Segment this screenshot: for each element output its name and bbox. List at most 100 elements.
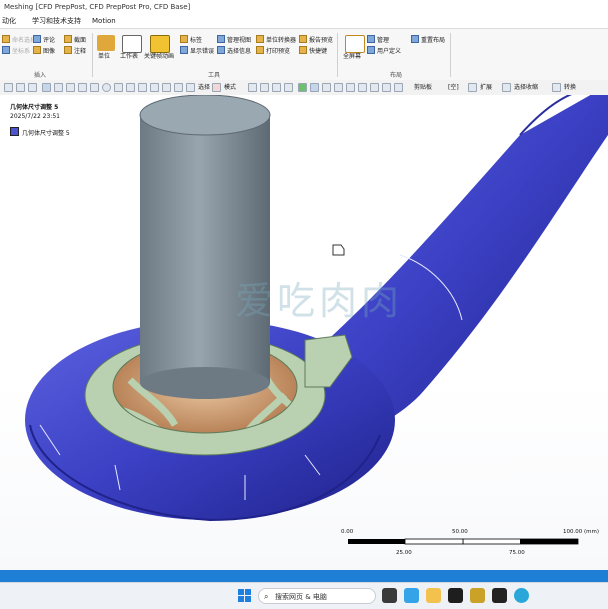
menu-item-motion[interactable]: Motion bbox=[92, 14, 116, 28]
mode-dropdown[interactable]: 模式 bbox=[224, 80, 236, 95]
convert-icon[interactable] bbox=[552, 83, 561, 92]
body-select-icon[interactable] bbox=[284, 83, 293, 92]
selection-info-button[interactable]: 选择信息 bbox=[217, 46, 251, 56]
zoom-fit-icon[interactable] bbox=[4, 83, 13, 92]
mesh-icon[interactable] bbox=[66, 83, 75, 92]
zoom-box-icon[interactable] bbox=[150, 83, 159, 92]
app-icon-player[interactable] bbox=[404, 588, 419, 603]
selection-info-icon bbox=[217, 46, 225, 54]
edge-browser-icon[interactable] bbox=[514, 588, 529, 603]
viewport-title: 几何体尺寸调整 5 bbox=[10, 104, 59, 111]
coordinate-system-label: 坐标系 bbox=[12, 48, 31, 55]
select-shrink-dropdown[interactable]: 选择收缩 bbox=[514, 80, 538, 95]
shrink-select-icon[interactable] bbox=[502, 83, 511, 92]
convert-dropdown[interactable]: 转换 bbox=[564, 80, 576, 95]
filter-icon[interactable] bbox=[346, 83, 355, 92]
legend-entry: 几何体尺寸调整 5 bbox=[10, 127, 70, 138]
file-explorer-icon[interactable] bbox=[426, 588, 441, 603]
select-cursor-icon[interactable] bbox=[212, 83, 221, 92]
scale-label-100: 100.00 (mm) bbox=[563, 529, 599, 535]
named-selection-button[interactable]: 命名选择 bbox=[2, 35, 36, 45]
axis-icon[interactable] bbox=[78, 83, 87, 92]
ribbon-divider bbox=[337, 33, 338, 77]
fullscreen-icon bbox=[345, 35, 365, 53]
scale-label-50: 50.00 bbox=[452, 529, 468, 535]
shaded-icon[interactable] bbox=[28, 83, 37, 92]
select-dropdown[interactable]: 选择 bbox=[198, 80, 210, 95]
extend-icon[interactable] bbox=[334, 83, 343, 92]
section-icon bbox=[64, 35, 72, 43]
node-select-icon[interactable] bbox=[298, 83, 307, 92]
pan-icon[interactable] bbox=[114, 83, 123, 92]
app-icon-terminal[interactable] bbox=[448, 588, 463, 603]
shaft-cylinder bbox=[140, 115, 270, 383]
converter-icon bbox=[256, 35, 264, 43]
rotate-icon[interactable] bbox=[102, 83, 111, 92]
taskbar-search-box[interactable]: ⌕ 搜索网页 & 电脑 bbox=[258, 588, 376, 604]
app-icon-ansys[interactable] bbox=[470, 588, 485, 603]
clipboard-dropdown[interactable]: 剪贴板 bbox=[414, 80, 432, 95]
tags-button[interactable]: 标签 bbox=[180, 35, 202, 45]
show-icon[interactable] bbox=[370, 83, 379, 92]
image-icon bbox=[33, 46, 41, 54]
named-selection-icon bbox=[2, 35, 10, 43]
comment-button[interactable]: 评论 bbox=[33, 35, 55, 45]
manage-views-button[interactable]: 管理视图 bbox=[217, 35, 251, 45]
task-view-icon[interactable] bbox=[382, 588, 397, 603]
worksheet-button[interactable]: 工作表 bbox=[120, 52, 138, 61]
menu-item-learning[interactable]: 学习和技术支持 bbox=[32, 14, 81, 28]
shortcut-keys-button[interactable]: 快捷键 bbox=[299, 46, 327, 56]
hide-icon[interactable] bbox=[358, 83, 367, 92]
magnifier-icon[interactable] bbox=[174, 83, 183, 92]
element-select-icon[interactable] bbox=[310, 83, 319, 92]
show-errors-button[interactable]: 显示错误 bbox=[180, 46, 214, 56]
report-preview-button[interactable]: 报告预览 bbox=[299, 35, 333, 45]
print-icon bbox=[256, 46, 264, 54]
reset-layout-button[interactable]: 重置布局 bbox=[411, 35, 445, 45]
isolate-icon[interactable] bbox=[382, 83, 391, 92]
zoom-to-fit-icon[interactable] bbox=[162, 83, 171, 92]
vertex-select-icon[interactable] bbox=[248, 83, 257, 92]
menu-item-automation[interactable]: 动化 bbox=[2, 14, 16, 28]
report-icon bbox=[299, 35, 307, 43]
app-icon-media[interactable] bbox=[492, 588, 507, 603]
edge-select-icon[interactable] bbox=[260, 83, 269, 92]
zoom-in-icon[interactable] bbox=[126, 83, 135, 92]
annotation-button[interactable]: 注释 bbox=[64, 46, 86, 56]
zoom-out-icon[interactable] bbox=[138, 83, 147, 92]
fullscreen-button[interactable]: 全屏幕 bbox=[343, 52, 361, 61]
graphics-viewport[interactable]: 几何体尺寸调整 5 2025/7/22 23:51 几何体尺寸调整 5 爱吃肉肉… bbox=[0, 95, 608, 570]
annotation-label: 注释 bbox=[74, 48, 87, 55]
previous-view-icon[interactable] bbox=[186, 83, 195, 92]
expand-dropdown[interactable]: 扩展 bbox=[480, 80, 492, 95]
wireframe-icon[interactable] bbox=[16, 83, 25, 92]
expand-icon[interactable] bbox=[90, 83, 99, 92]
face-select-icon[interactable] bbox=[272, 83, 281, 92]
clipboard-icon[interactable] bbox=[394, 83, 403, 92]
unit-converter-button[interactable]: 单位转换器 bbox=[256, 35, 296, 45]
keyframe-animation-button[interactable]: 关键帧动画 bbox=[144, 52, 174, 61]
windows-start-icon[interactable] bbox=[238, 589, 252, 603]
cube-view-icon[interactable] bbox=[42, 83, 51, 92]
image-button[interactable]: 图像 bbox=[33, 46, 55, 56]
scale-bar bbox=[348, 538, 579, 545]
reset-layout-label: 重置布局 bbox=[421, 37, 446, 44]
keyboard-icon bbox=[299, 46, 307, 54]
user-defined-button[interactable]: 用户定义 bbox=[367, 46, 401, 56]
manage-button[interactable]: 管理 bbox=[367, 35, 389, 45]
expand-select-icon[interactable] bbox=[468, 83, 477, 92]
status-bar bbox=[0, 570, 608, 582]
shaft-top-face bbox=[139, 95, 271, 136]
edges-icon[interactable] bbox=[54, 83, 63, 92]
views-icon bbox=[217, 35, 225, 43]
report-preview-label: 报告预览 bbox=[309, 37, 334, 44]
units-button[interactable]: 单位 bbox=[98, 52, 110, 61]
element-face-icon[interactable] bbox=[322, 83, 331, 92]
section-button[interactable]: 截面 bbox=[64, 35, 86, 45]
group-label-insert: 插入 bbox=[34, 72, 47, 79]
coordinate-system-button[interactable]: 坐标系 bbox=[2, 46, 30, 56]
search-placeholder: 搜索网页 & 电脑 bbox=[275, 593, 327, 601]
tag-icon bbox=[180, 35, 188, 43]
comment-icon bbox=[33, 35, 41, 43]
print-preview-button[interactable]: 打印预览 bbox=[256, 46, 290, 56]
